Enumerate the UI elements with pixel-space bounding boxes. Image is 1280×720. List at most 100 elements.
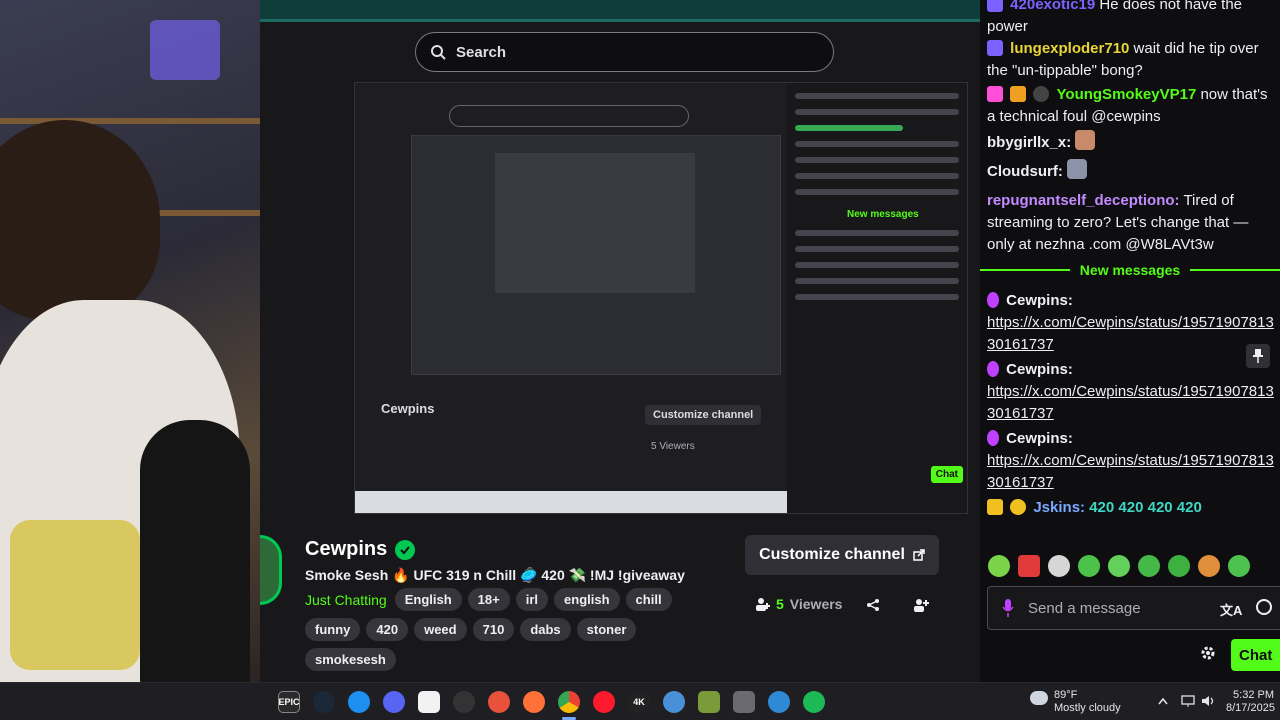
new-messages-label: New messages (1079, 262, 1181, 278)
chat-message: Cewpins: https://x.com/Cewpins/status/19… (987, 290, 1277, 356)
share-icon[interactable] (863, 596, 883, 614)
steam-icon[interactable] (313, 691, 335, 713)
nested-chat: New messages Chat (787, 83, 967, 513)
emote-icon[interactable] (1168, 555, 1190, 577)
emote-icon (1075, 130, 1096, 150)
tag[interactable]: stoner (576, 618, 637, 641)
camera-icon[interactable] (733, 691, 755, 713)
chat-username[interactable]: Cewpins: (1006, 361, 1073, 378)
tag[interactable]: 18+ (467, 588, 510, 611)
emote-icon[interactable] (1108, 555, 1130, 577)
channel-name[interactable]: Cewpins (305, 538, 387, 561)
capcut-icon[interactable] (418, 691, 440, 713)
category-link[interactable]: Just Chatting (305, 592, 387, 608)
chat-username[interactable]: Cloudsurf: (987, 163, 1063, 180)
tag[interactable]: weed (414, 618, 467, 641)
chat-username[interactable]: Cewpins: (1006, 292, 1073, 309)
display-icon[interactable] (1180, 694, 1196, 708)
app-store-icon[interactable] (348, 691, 370, 713)
chrome-icon[interactable] (558, 691, 580, 713)
tag[interactable]: smokesesh (305, 648, 396, 671)
chat-username[interactable]: YoungSmokeyVP17 (1057, 86, 1197, 103)
emote-text: 420 420 420 420 (1089, 499, 1202, 516)
emote-icon[interactable] (1198, 555, 1220, 577)
discord-icon[interactable] (383, 691, 405, 713)
viewer-count: 5 Viewers (756, 596, 842, 612)
system-clock[interactable]: 5:32 PM 8/17/2025 (1226, 689, 1275, 715)
emote-icon[interactable] (988, 555, 1010, 577)
sub-badge-icon (1010, 86, 1027, 102)
follow-user-icon[interactable] (911, 596, 931, 614)
chat-username[interactable]: Jskins: (1033, 499, 1085, 516)
translate-icon[interactable]: 文A (1220, 600, 1242, 619)
tag[interactable]: 420 (366, 618, 409, 641)
nested-channel-info: Cewpins (381, 401, 434, 416)
nested-chat-line (795, 189, 959, 195)
tags-row-3: smokesesh (305, 648, 396, 671)
tag[interactable]: 710 (472, 618, 515, 641)
emoji-icon[interactable] (1256, 599, 1272, 615)
tag[interactable]: chill (625, 588, 672, 611)
emote-icon[interactable] (1138, 555, 1160, 577)
search-placeholder: Search (456, 43, 507, 61)
edge-icon[interactable] (768, 691, 790, 713)
customize-channel-button[interactable]: Customize channel (745, 535, 939, 575)
epic-games-icon[interactable]: EPIC (278, 691, 300, 713)
tag[interactable]: funny (305, 618, 361, 641)
stream-title: Smoke Sesh 🔥 UFC 319 n Chill 🥏 420 💸 !MJ… (305, 567, 685, 583)
viewers-icon (756, 598, 770, 611)
github-icon[interactable] (453, 691, 475, 713)
vpn-icon[interactable] (663, 691, 685, 713)
browser-top-bar (260, 0, 980, 22)
microphone (140, 420, 250, 690)
chat-send-button[interactable]: Chat (1231, 639, 1280, 671)
viewer-count-number: 5 (776, 596, 784, 612)
nested-search-bar (449, 105, 689, 127)
search-input[interactable]: Search (415, 32, 834, 72)
spotify-icon[interactable] (803, 691, 825, 713)
chat-username[interactable]: repugnantself_deceptiono (987, 192, 1175, 209)
emote-icon[interactable] (1018, 555, 1040, 577)
emote-bar (988, 555, 1250, 577)
nested-chat-line (795, 230, 959, 236)
chat-link[interactable]: https://x.com/Cewpins/status/19571907813… (987, 314, 1274, 353)
volume-icon[interactable] (1200, 694, 1216, 708)
emote-icon[interactable] (1078, 555, 1100, 577)
chat-username[interactable]: 420exotic19 (1010, 0, 1095, 13)
weather-widget[interactable]: 89°F Mostly cloudy (1030, 689, 1121, 715)
nested-new-messages: New messages (847, 209, 919, 220)
firefox-icon[interactable] (523, 691, 545, 713)
opera-icon[interactable] (593, 691, 615, 713)
channel-avatar[interactable] (260, 535, 282, 605)
weather-desc: Mostly cloudy (1054, 702, 1121, 714)
weather-text: 89°F Mostly cloudy (1054, 689, 1121, 715)
tag[interactable]: irl (515, 588, 549, 611)
chat-username[interactable]: Cewpins: (1006, 430, 1073, 447)
chat-link[interactable]: https://x.com/Cewpins/status/19571907813… (987, 452, 1274, 491)
revolut-icon[interactable] (488, 691, 510, 713)
chat-message: Jskins: 420 420 420 420 (987, 497, 1277, 519)
chat-link[interactable]: https://x.com/Cewpins/status/19571907813… (987, 383, 1274, 422)
customize-channel-label: Customize channel (759, 546, 905, 563)
tag[interactable]: english (554, 588, 620, 611)
chat-input[interactable]: Send a message 文A (987, 586, 1280, 630)
emote-icon[interactable] (1048, 555, 1070, 577)
nested-channel-name: Cewpins (381, 401, 435, 416)
minecraft-icon[interactable] (698, 691, 720, 713)
chat-message: Cewpins: https://x.com/Cewpins/status/19… (987, 428, 1277, 494)
settings-gear-icon[interactable] (1200, 645, 1216, 661)
tag[interactable]: dabs (520, 618, 571, 641)
emote-icon[interactable] (1228, 555, 1250, 577)
chevron-up-icon[interactable] (1155, 694, 1171, 708)
chat-message: Cewpins: https://x.com/Cewpins/status/19… (987, 359, 1277, 425)
divider-line (980, 269, 1070, 271)
chat-username[interactable]: bbygirllx_x: (987, 134, 1071, 151)
4k-downloader-icon[interactable]: 4K (628, 691, 650, 713)
mic-badge-icon (987, 430, 999, 446)
streamer-head (0, 120, 160, 320)
sub-badge-icon (987, 40, 1003, 56)
crown-badge-icon (987, 499, 1003, 515)
chat-username[interactable]: lungexploder710 (1010, 40, 1129, 57)
external-link-icon (913, 549, 925, 561)
tag[interactable]: English (394, 588, 462, 611)
